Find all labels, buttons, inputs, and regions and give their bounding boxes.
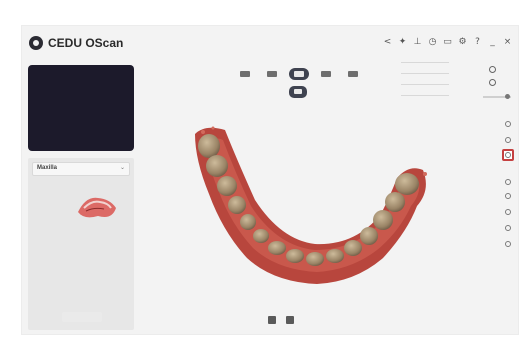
ruler-icon[interactable]: ⊥ xyxy=(411,35,424,49)
minimize-icon[interactable]: _ xyxy=(486,35,499,49)
view-toolbar xyxy=(235,68,363,80)
pause-icon[interactable] xyxy=(286,316,294,324)
view-4-icon xyxy=(321,71,331,77)
back-icon[interactable]: < xyxy=(381,35,394,49)
play-icon[interactable] xyxy=(268,316,276,324)
view-2-icon xyxy=(267,71,277,77)
level-slider[interactable] xyxy=(483,94,511,99)
tool-2-icon xyxy=(505,137,511,143)
tool-button-1[interactable] xyxy=(502,118,514,130)
camera-preview xyxy=(28,65,134,151)
tool-button-8[interactable] xyxy=(502,238,514,250)
tool-3-icon xyxy=(505,152,511,158)
view-button-4[interactable] xyxy=(316,68,336,80)
tool-5-icon xyxy=(505,193,511,199)
tool-button-3[interactable] xyxy=(502,149,514,161)
option-1[interactable] xyxy=(401,57,449,63)
app-window: CEDU OScan < ✦ ⊥ ◷ ▭ ⚙ ? _ × Maxilla ⌄ xyxy=(21,25,519,335)
option-2[interactable] xyxy=(401,68,449,74)
logo-icon xyxy=(29,36,43,50)
chevron-down-icon: ⌄ xyxy=(119,165,125,171)
close-icon[interactable]: × xyxy=(501,35,514,49)
tool-button-6[interactable] xyxy=(502,206,514,218)
tool-4-icon xyxy=(505,179,511,185)
tool-button-4[interactable] xyxy=(502,176,514,188)
view-button-2[interactable] xyxy=(262,68,282,80)
app-title: CEDU OScan xyxy=(48,36,124,50)
jaw-select-label: Maxilla xyxy=(37,165,58,171)
sub-view-toggle[interactable] xyxy=(289,86,307,98)
tool-7-icon xyxy=(505,225,511,231)
bottom-toolbar xyxy=(268,316,294,324)
view-button-5[interactable] xyxy=(343,68,363,80)
view-3-icon xyxy=(294,71,304,77)
maxilla-thumbnail xyxy=(78,197,116,218)
side-panel-button[interactable] xyxy=(62,312,102,322)
jaw-select[interactable]: Maxilla ⌄ xyxy=(32,162,130,176)
radio-a[interactable] xyxy=(489,66,496,73)
slider-handle[interactable] xyxy=(505,94,510,99)
option-3[interactable] xyxy=(401,79,449,85)
radio-b[interactable] xyxy=(489,79,496,86)
tool-8-icon xyxy=(505,241,511,247)
tool-1-icon xyxy=(505,121,511,127)
tool-button-5[interactable] xyxy=(502,190,514,202)
help-icon[interactable]: ? xyxy=(471,35,484,49)
window-controls: < ✦ ⊥ ◷ ▭ ⚙ ? _ × xyxy=(381,35,514,49)
history-icon[interactable]: ◷ xyxy=(426,35,439,49)
tool-button-2[interactable] xyxy=(502,134,514,146)
side-panel: Maxilla ⌄ xyxy=(28,158,134,330)
tool-6-icon xyxy=(505,209,511,215)
screen-icon[interactable]: ▭ xyxy=(441,35,454,49)
tool-button-7[interactable] xyxy=(502,222,514,234)
dental-scan-3d[interactable] xyxy=(185,120,435,292)
view-button-1[interactable] xyxy=(235,68,255,80)
view-1-icon xyxy=(240,71,250,77)
view-5-icon xyxy=(348,71,358,77)
view-button-3[interactable] xyxy=(289,68,309,80)
settings-panel xyxy=(397,57,517,105)
crosshair-icon[interactable]: ✦ xyxy=(396,35,409,49)
settings-icon[interactable]: ⚙ xyxy=(456,35,469,49)
option-4[interactable] xyxy=(401,90,449,96)
